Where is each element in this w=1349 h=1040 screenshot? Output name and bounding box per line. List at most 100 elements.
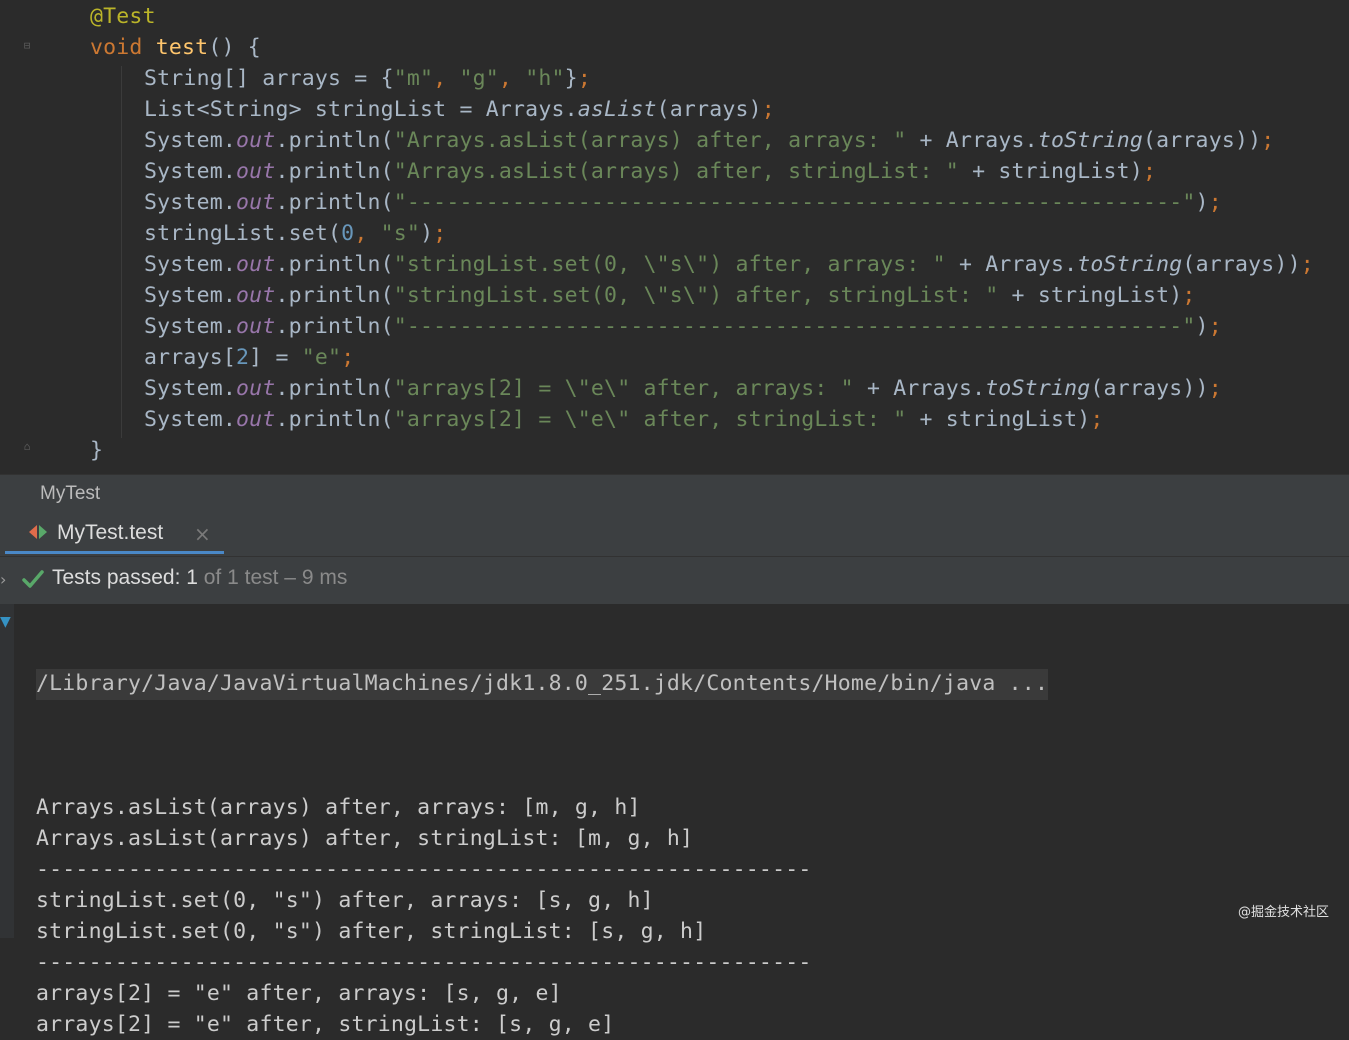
code-token: out bbox=[236, 190, 276, 215]
code-token: out bbox=[236, 283, 276, 308]
code-token: ; bbox=[1208, 314, 1222, 339]
code-token: ; bbox=[1090, 407, 1104, 432]
code-line[interactable]: List<String> stringList = Arrays.asList(… bbox=[0, 93, 1349, 124]
code-token: System. bbox=[144, 376, 237, 401]
code-token: "arrays[2] = \"e\" after, arrays: " bbox=[393, 376, 854, 401]
run-tab-bar: MyTest.test × bbox=[0, 512, 1349, 557]
file-breadcrumb-label[interactable]: MyTest bbox=[40, 483, 100, 505]
code-token: "stringList.set(0, \"s\") after, stringL… bbox=[393, 283, 999, 308]
code-line[interactable]: System.out.println("arrays[2] = \"e\" af… bbox=[0, 372, 1349, 403]
code-token: String[] arrays = { bbox=[144, 66, 394, 91]
close-icon[interactable]: × bbox=[194, 522, 211, 546]
code-token: out bbox=[236, 159, 276, 184]
code-token: (arrays)) bbox=[1182, 252, 1301, 277]
code-token: ; bbox=[1300, 252, 1314, 277]
code-token: "e" bbox=[301, 345, 342, 370]
console-line: ----------------------------------------… bbox=[36, 857, 812, 882]
code-line[interactable]: System.out.println("--------------------… bbox=[0, 186, 1349, 217]
code-line[interactable]: System.out.println("arrays[2] = \"e\" af… bbox=[0, 403, 1349, 434]
code-line[interactable]: arrays[2] = "e"; bbox=[0, 341, 1349, 372]
code-token: .println( bbox=[275, 190, 394, 215]
code-token: toString bbox=[1037, 128, 1143, 153]
code-token: ) bbox=[1195, 190, 1209, 215]
code-token: @Test bbox=[90, 4, 156, 29]
code-token: ; bbox=[1208, 190, 1222, 215]
code-line[interactable]: System.out.println("Arrays.asList(arrays… bbox=[0, 155, 1349, 186]
code-editor[interactable]: ⊟ ⌂ @Test void test() {String[] arrays = … bbox=[0, 0, 1349, 474]
code-token: (arrays)) bbox=[1142, 128, 1262, 153]
code-token: "s" bbox=[380, 221, 421, 246]
code-token: , bbox=[354, 221, 381, 246]
run-config-icon bbox=[29, 525, 47, 539]
code-line[interactable]: void test() { bbox=[0, 31, 1349, 62]
code-token: System. bbox=[144, 314, 237, 339]
code-line[interactable]: String[] arrays = {"m", "g", "h"}; bbox=[0, 62, 1349, 93]
code-token: List<String> stringList = Arrays. bbox=[144, 97, 578, 122]
code-line[interactable]: stringList.set(0, "s"); bbox=[0, 217, 1349, 248]
code-token: "arrays[2] = \"e\" after, stringList: " bbox=[393, 407, 907, 432]
code-line[interactable]: } bbox=[0, 434, 1349, 465]
code-token: .println( bbox=[275, 252, 394, 277]
code-line[interactable]: System.out.println("stringList.set(0, \"… bbox=[0, 279, 1349, 310]
code-token: System. bbox=[144, 252, 237, 277]
code-token: "---------------------------------------… bbox=[393, 190, 1196, 215]
console-command-line[interactable]: /Library/Java/JavaVirtualMachines/jdk1.8… bbox=[36, 666, 1336, 700]
code-token: + stringList) bbox=[958, 159, 1143, 184]
console-text[interactable]: /Library/Java/JavaVirtualMachines/jdk1.8… bbox=[36, 604, 1336, 1038]
code-token: .println( bbox=[275, 159, 394, 184]
run-tab-mytest[interactable]: MyTest.test × bbox=[5, 512, 224, 554]
file-breadcrumb-bar: MyTest bbox=[0, 474, 1349, 513]
code-token: + stringList) bbox=[998, 283, 1183, 308]
code-token: () { bbox=[208, 35, 261, 60]
console-output-panel[interactable]: ▼ /Library/Java/JavaVirtualMachines/jdk1… bbox=[0, 604, 1349, 1037]
code-token: "g" bbox=[459, 66, 499, 91]
code-token: "Arrays.asList(arrays) after, arrays: " bbox=[393, 128, 907, 153]
code-token: ; bbox=[761, 97, 775, 122]
console-line: stringList.set(0, "s") after, stringList… bbox=[36, 919, 707, 944]
code-line[interactable]: System.out.println("stringList.set(0, \"… bbox=[0, 248, 1349, 279]
test-status-bar: › Tests passed: 1 of 1 test – 9 ms bbox=[0, 557, 1349, 605]
code-token: ) bbox=[420, 221, 434, 246]
code-token: , bbox=[498, 66, 526, 91]
console-line: stringList.set(0, "s") after, arrays: [s… bbox=[36, 888, 654, 913]
chevron-right-icon[interactable]: › bbox=[0, 570, 6, 589]
code-line[interactable]: @Test bbox=[0, 0, 1349, 31]
code-token: asList bbox=[577, 97, 657, 122]
code-token: .println( bbox=[275, 283, 394, 308]
code-token: 0 bbox=[341, 221, 355, 246]
code-token: "stringList.set(0, \"s\") after, arrays:… bbox=[393, 252, 946, 277]
code-token: } bbox=[90, 438, 104, 463]
watermark: @掘金技术社区 bbox=[1237, 905, 1329, 920]
code-token: "Arrays.asList(arrays) after, stringList… bbox=[393, 159, 959, 184]
code-token: .println( bbox=[275, 128, 394, 153]
code-token: void bbox=[90, 35, 143, 60]
code-line[interactable]: System.out.println("--------------------… bbox=[0, 310, 1349, 341]
code-token: ; bbox=[577, 66, 591, 91]
console-line: Arrays.asList(arrays) after, stringList:… bbox=[36, 826, 694, 851]
code-token: "m" bbox=[393, 66, 434, 91]
code-token: ; bbox=[341, 345, 355, 370]
code-token: ; bbox=[433, 221, 447, 246]
run-marker-icon: ▼ bbox=[0, 614, 11, 630]
code-token: test bbox=[155, 35, 209, 60]
code-token: ) bbox=[1195, 314, 1209, 339]
code-token: stringList.set( bbox=[144, 221, 342, 246]
code-token: out bbox=[236, 128, 276, 153]
code-token: + stringList) bbox=[906, 407, 1091, 432]
code-token: arrays[ bbox=[144, 345, 237, 370]
code-token: ; bbox=[1261, 128, 1275, 153]
code-line[interactable]: System.out.println("Arrays.asList(arrays… bbox=[0, 124, 1349, 155]
console-line: arrays[2] = "e" after, stringList: [s, g… bbox=[36, 1012, 615, 1037]
tests-detail-label: of 1 test – 9 ms bbox=[197, 566, 348, 589]
code-token: } bbox=[564, 66, 578, 91]
code-area[interactable]: @Test void test() {String[] arrays = {"m"… bbox=[0, 0, 1349, 465]
code-token: out bbox=[236, 407, 276, 432]
console-line: arrays[2] = "e" after, arrays: [s, g, e] bbox=[36, 981, 562, 1006]
code-token: (arrays) bbox=[656, 97, 762, 122]
code-token: ] = bbox=[249, 345, 302, 370]
code-token: .println( bbox=[275, 314, 394, 339]
code-token: + Arrays. bbox=[945, 252, 1078, 277]
code-token: .println( bbox=[275, 407, 394, 432]
